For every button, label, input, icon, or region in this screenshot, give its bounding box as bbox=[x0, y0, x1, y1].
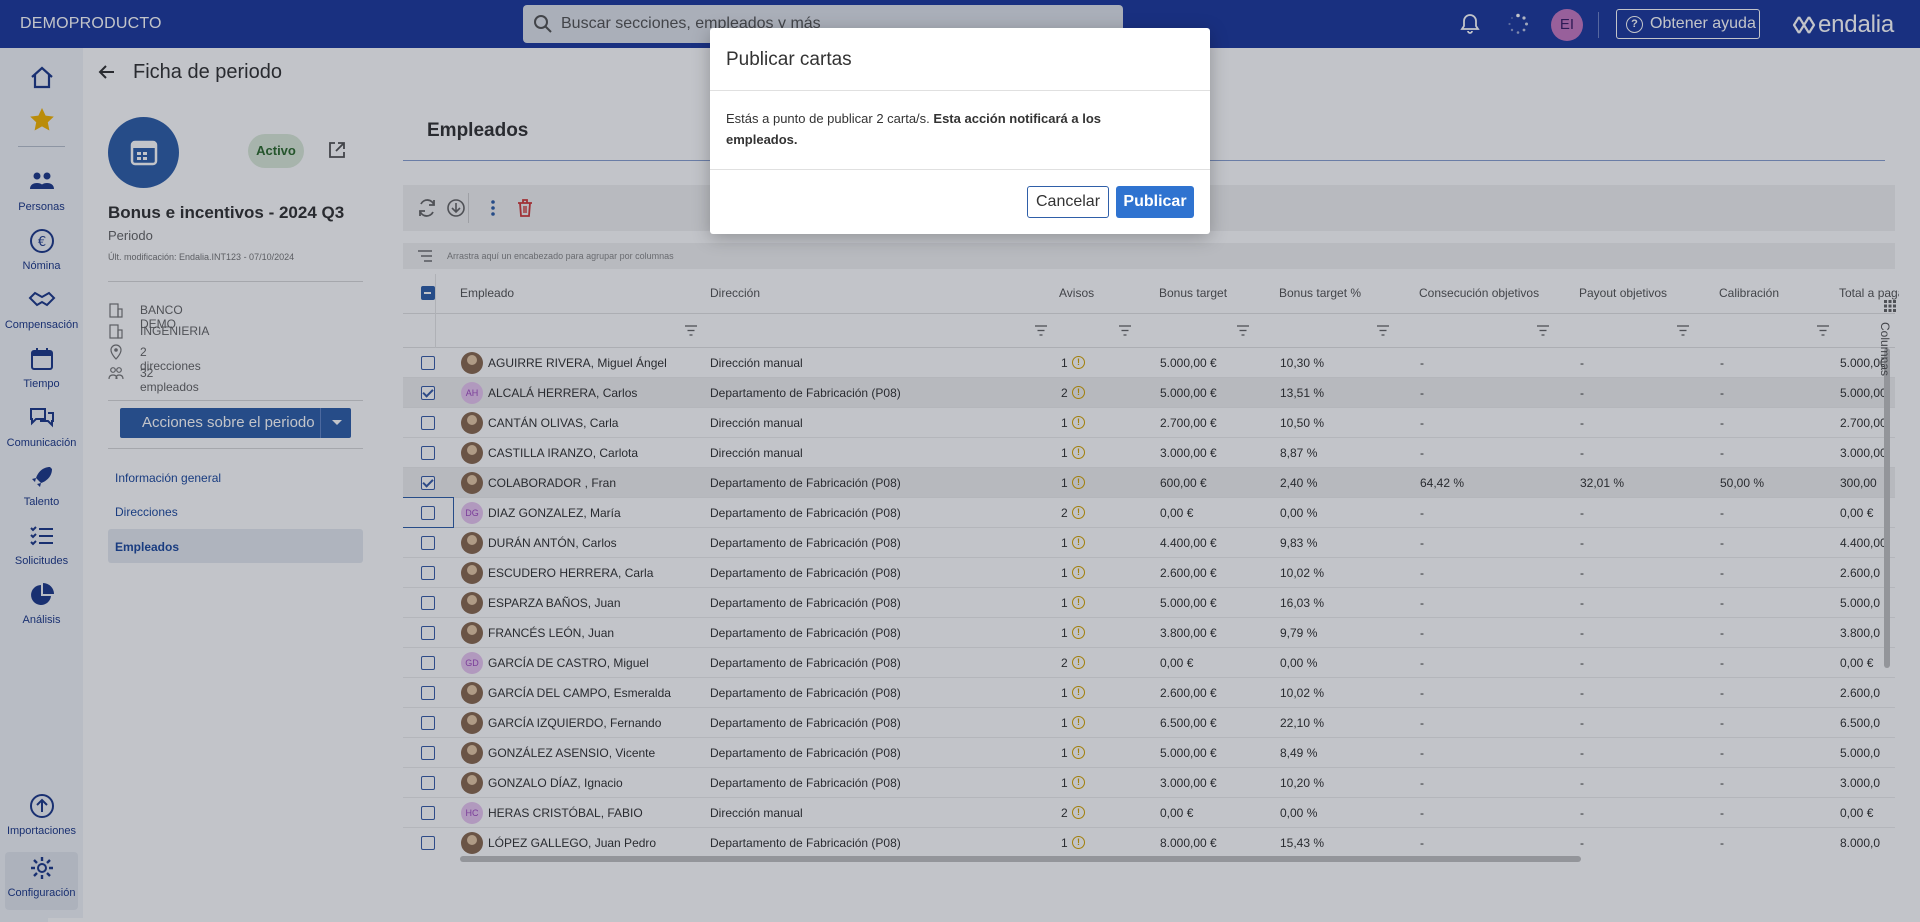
dialog-message: Estás a punto de publicar 2 carta/s. Est… bbox=[726, 108, 1166, 150]
dialog-title: Publicar cartas bbox=[726, 49, 852, 70]
dialog-message-text: Estás a punto de publicar 2 carta/s. bbox=[726, 111, 934, 126]
publish-letters-dialog: Publicar cartas Estás a punto de publica… bbox=[710, 28, 1210, 234]
cancel-button[interactable]: Cancelar bbox=[1027, 186, 1109, 218]
dialog-divider bbox=[710, 169, 1210, 170]
publish-button[interactable]: Publicar bbox=[1116, 186, 1194, 218]
dialog-divider bbox=[710, 90, 1210, 91]
